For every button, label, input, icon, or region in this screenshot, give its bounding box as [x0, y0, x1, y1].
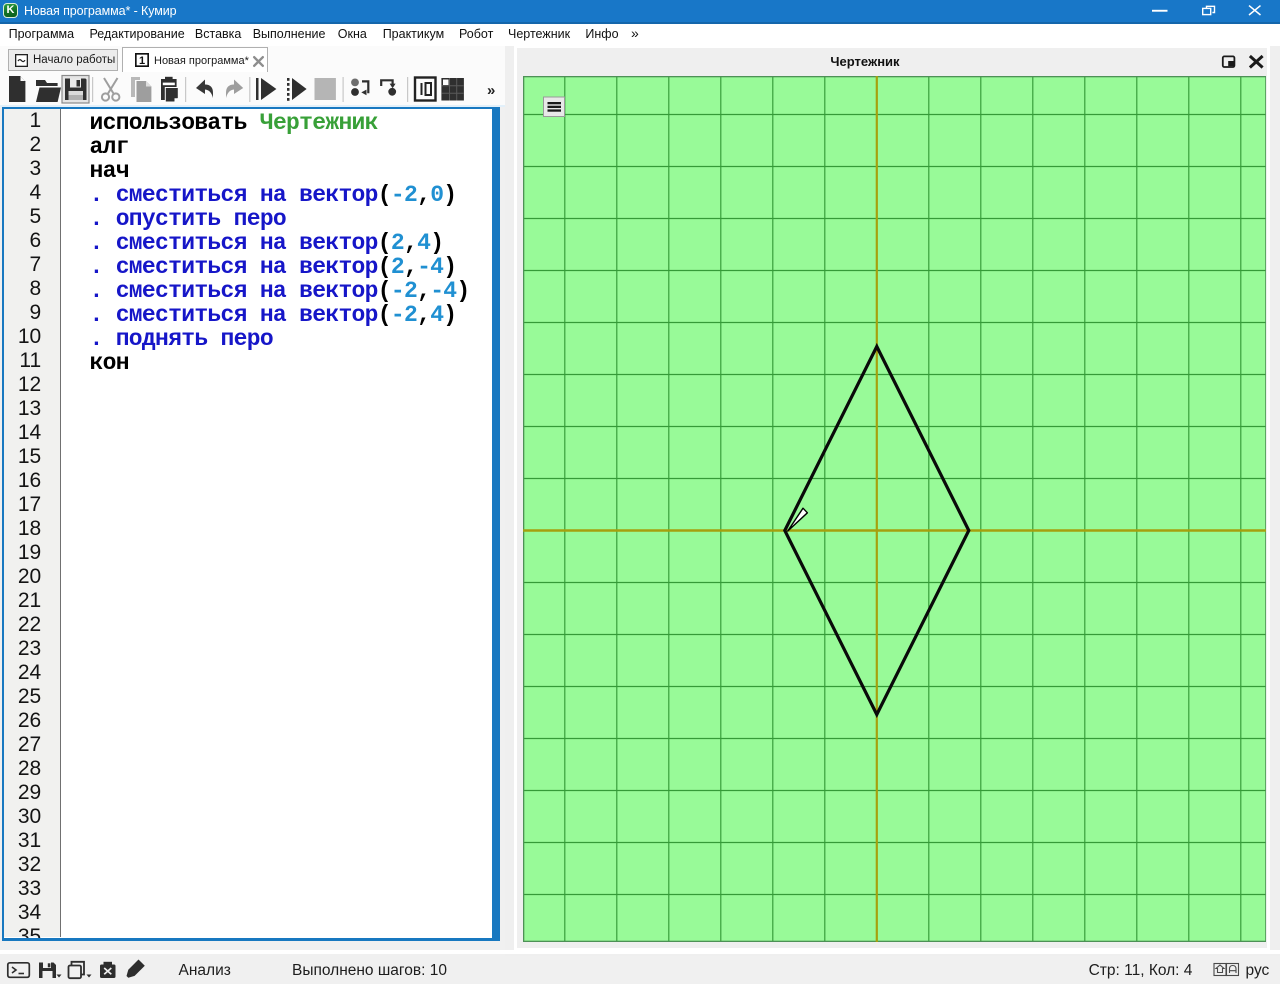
svg-text:1: 1 — [139, 55, 145, 67]
svg-text:»: » — [487, 82, 495, 99]
